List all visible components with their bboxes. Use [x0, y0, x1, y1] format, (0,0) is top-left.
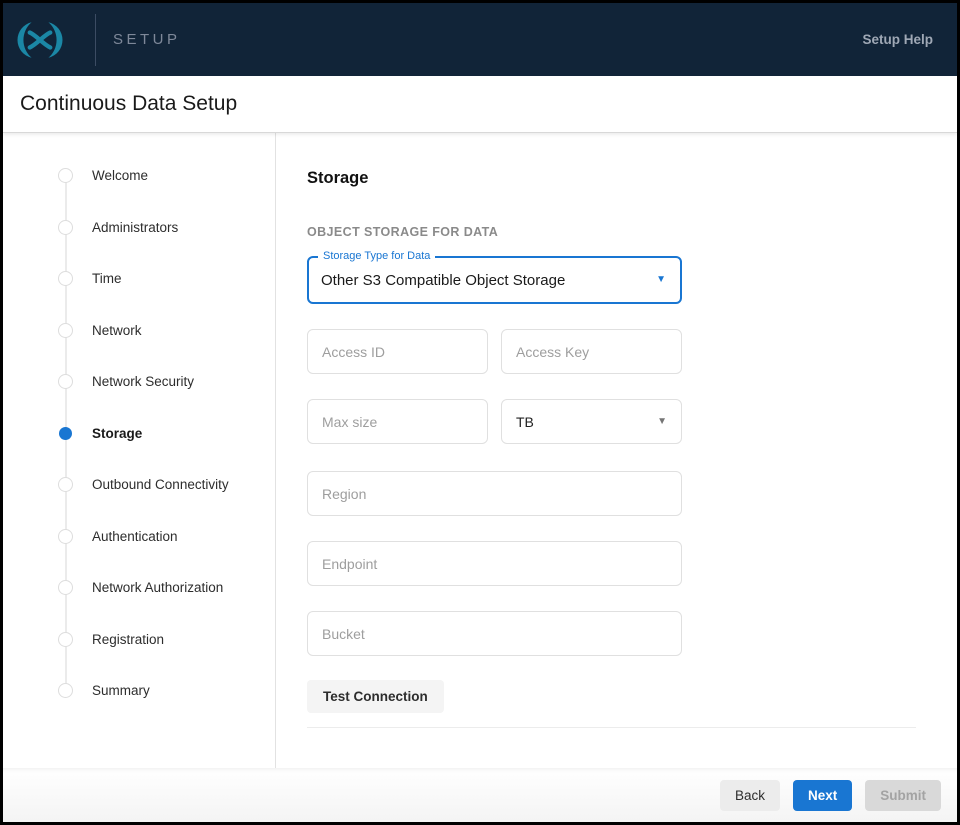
storage-type-value: Other S3 Compatible Object Storage [321, 272, 565, 289]
credentials-row [307, 329, 682, 374]
step-label: Network Security [92, 374, 194, 389]
step-circle-icon [58, 580, 73, 595]
endpoint-input[interactable] [307, 541, 682, 586]
step-circle-icon [58, 683, 73, 698]
stepper-item-outbound-connectivity[interactable]: Outbound Connectivity [3, 459, 275, 511]
storage-panel: Storage OBJECT STORAGE FOR DATA Storage … [276, 133, 932, 768]
step-circle-icon [58, 220, 73, 235]
stepper-item-network-authorization[interactable]: Network Authorization [3, 562, 275, 614]
stepper-item-network-security[interactable]: Network Security [3, 356, 275, 408]
step-circle-icon [58, 632, 73, 647]
bucket-input[interactable] [307, 611, 682, 656]
stepper-item-summary[interactable]: Summary [3, 665, 275, 717]
step-circle-icon [58, 168, 73, 183]
page-title: Continuous Data Setup [20, 92, 237, 116]
section-title: OBJECT STORAGE FOR DATA [307, 225, 932, 239]
wizard-footer: Back Next Submit [3, 768, 957, 822]
back-button[interactable]: Back [720, 780, 780, 811]
section-bottom-divider [307, 727, 916, 728]
stepper-item-administrators[interactable]: Administrators [3, 202, 275, 254]
storage-type-label: Storage Type for Data [318, 250, 435, 262]
step-label: Outbound Connectivity [92, 477, 229, 492]
stepper-item-authentication[interactable]: Authentication [3, 511, 275, 563]
stepper-item-network[interactable]: Network [3, 305, 275, 357]
next-button[interactable]: Next [793, 780, 852, 811]
step-circle-icon [58, 477, 73, 492]
titlebar: Continuous Data Setup [3, 76, 957, 133]
panel-heading: Storage [307, 169, 932, 188]
size-unit-value: TB [516, 414, 534, 430]
app-header: SETUP Setup Help [3, 3, 957, 76]
stepper-item-registration[interactable]: Registration [3, 614, 275, 666]
step-label: Network [92, 323, 142, 338]
step-label: Network Authorization [92, 580, 223, 595]
submit-button[interactable]: Submit [865, 780, 941, 811]
chevron-down-icon: ▼ [656, 275, 666, 285]
step-circle-icon [58, 323, 73, 338]
region-input[interactable] [307, 471, 682, 516]
content-area: Welcome Administrators Time Network Netw… [3, 133, 957, 768]
step-circle-icon [58, 374, 73, 389]
test-connection-button[interactable]: Test Connection [307, 680, 444, 713]
access-id-input[interactable] [307, 329, 488, 374]
access-key-input[interactable] [501, 329, 682, 374]
size-row: TB ▼ [307, 399, 682, 444]
step-label: Time [92, 271, 122, 286]
header-divider [95, 14, 96, 66]
step-label: Administrators [92, 220, 178, 235]
setup-help-link[interactable]: Setup Help [862, 32, 933, 47]
storage-type-select[interactable]: Storage Type for Data Other S3 Compatibl… [307, 256, 682, 304]
stepper-item-welcome[interactable]: Welcome [3, 150, 275, 202]
step-label: Registration [92, 632, 164, 647]
step-label: Welcome [92, 168, 148, 183]
step-circle-icon [59, 427, 72, 440]
brand-label: SETUP [113, 31, 181, 48]
step-label: Storage [92, 426, 142, 441]
max-size-input[interactable] [307, 399, 488, 444]
chevron-down-icon: ▼ [657, 417, 667, 427]
stepper-item-time[interactable]: Time [3, 253, 275, 305]
step-label: Authentication [92, 529, 178, 544]
delphix-logo-icon [12, 20, 68, 60]
setup-stepper: Welcome Administrators Time Network Netw… [3, 133, 275, 768]
stepper-item-storage[interactable]: Storage [3, 408, 275, 460]
step-circle-icon [58, 529, 73, 544]
step-circle-icon [58, 271, 73, 286]
size-unit-select[interactable]: TB ▼ [501, 399, 682, 444]
step-label: Summary [92, 683, 150, 698]
